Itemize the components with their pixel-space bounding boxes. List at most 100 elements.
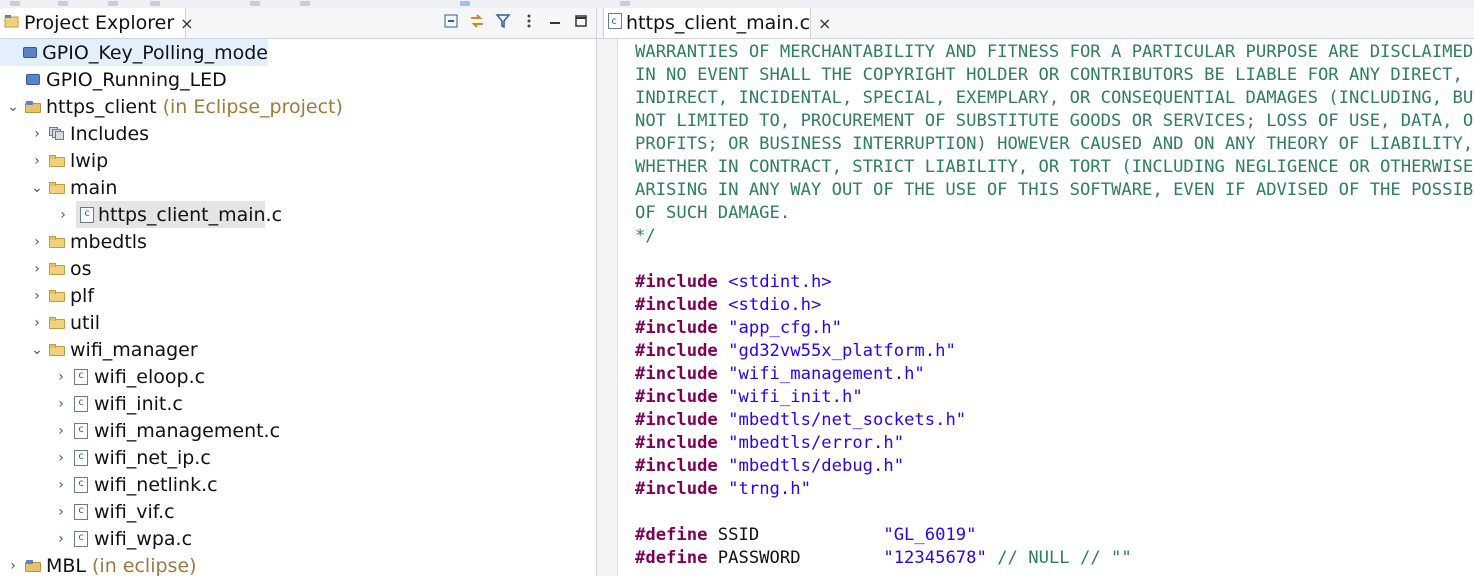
tree-item-wifi-eloop-c[interactable]: › wifi_eloop.c [0, 363, 205, 390]
code-text-area[interactable]: WARRANTIES OF MERCHANTABILITY AND FITNES… [635, 41, 1474, 570]
tree-item-wifi-netlink-c[interactable]: › wifi_netlink.c [0, 471, 217, 498]
tree-item-includes[interactable]: › Includes [0, 120, 149, 147]
folder-icon [48, 233, 66, 251]
chevron-down-icon[interactable]: ⌄ [6, 99, 20, 115]
tree-item-os[interactable]: › os [0, 255, 91, 282]
tree-item-wifi-wpa-c[interactable]: › wifi_wpa.c [0, 525, 192, 552]
code-token: PASSWORD [707, 548, 884, 568]
tree-item-label: wifi_vif.c [94, 500, 175, 523]
chevron-right-icon[interactable]: › [30, 288, 44, 304]
chevron-right-icon[interactable]: › [30, 261, 44, 277]
code-line: WHETHER IN CONTRACT, STRICT LIABILITY, O… [635, 156, 1474, 179]
code-token: #include [635, 272, 718, 292]
chevron-right-icon[interactable]: › [54, 531, 68, 547]
code-token: #include [635, 341, 718, 361]
toolbar-icon[interactable] [150, 1, 160, 6]
close-icon[interactable]: × [818, 14, 831, 33]
link-with-editor-icon[interactable] [468, 12, 486, 30]
code-token: PROFITS; OR BUSINESS INTERRUPTION) HOWEV… [635, 134, 1474, 154]
code-line: #include "wifi_init.h" [635, 386, 1474, 409]
toolbar-icon[interactable] [250, 1, 260, 6]
code-token: #include [635, 318, 718, 338]
toolbar-icon[interactable] [300, 1, 310, 6]
code-token: "12345678" [883, 548, 987, 568]
toolbar-icon[interactable] [108, 1, 118, 6]
tree-item-gpio-key-polling-mode[interactable]: GPIO_Key_Polling_mode [0, 39, 268, 66]
tree-item-https-client[interactable]: ⌄ https_client (in Eclipse_project) [0, 93, 343, 120]
code-line: INDIRECT, INCIDENTAL, SPECIAL, EXEMPLARY… [635, 87, 1474, 110]
tree-item-location: (in eclipse) [92, 554, 197, 576]
chevron-right-icon[interactable]: › [54, 369, 68, 385]
code-line: IN NO EVENT SHALL THE COPYRIGHT HOLDER O… [635, 64, 1474, 87]
tree-item-util[interactable]: › util [0, 309, 100, 336]
chevron-down-icon[interactable]: ⌄ [30, 180, 44, 196]
editor-tab-https-client-main[interactable]: c https_client_main.c × [603, 8, 831, 38]
chevron-right-icon[interactable]: › [30, 234, 44, 250]
tree-item-wifi-manager[interactable]: ⌄ wifi_manager [0, 336, 198, 363]
view-menu-icon[interactable] [520, 12, 538, 30]
toolbar-icon[interactable] [620, 1, 630, 6]
chevron-right-icon[interactable]: › [54, 423, 68, 439]
tree-item-label: GPIO_Running_LED [46, 68, 227, 91]
c-file-icon [72, 530, 90, 548]
tree-item-label: wifi_net_ip.c [94, 446, 211, 469]
chevron-right-icon[interactable]: › [56, 207, 70, 223]
tree-item-label: wifi_eloop.c [94, 365, 206, 388]
code-line: #include "trng.h" [635, 478, 1474, 501]
code-token: #include [635, 479, 718, 499]
tree-item-label: mbedtls [70, 230, 147, 253]
code-token: <stdint.h> [728, 272, 832, 292]
tree-item-mbl[interactable]: › MBL (in eclipse) [0, 552, 197, 576]
close-icon[interactable]: × [180, 14, 193, 33]
tree-item-label: wifi_wpa.c [94, 527, 193, 550]
project-explorer-view: Project Explorer × GPIO_Key_Polling_mode… [0, 8, 597, 576]
chevron-right-icon[interactable]: › [6, 558, 20, 574]
c-file-icon [72, 368, 90, 386]
c-file-icon: c [608, 13, 622, 33]
code-token: IN NO EVENT SHALL THE COPYRIGHT HOLDER O… [635, 65, 1463, 85]
tree-item-wifi-init-c[interactable]: › wifi_init.c [0, 390, 183, 417]
chevron-right-icon[interactable]: › [54, 396, 68, 412]
tree-item-https-client-main-c[interactable]: ›https_client_main.c [60, 201, 282, 228]
project-closed-icon [22, 44, 38, 62]
chevron-right-icon[interactable]: › [30, 126, 44, 142]
toolbar-icon[interactable] [460, 1, 470, 6]
maximize-icon[interactable] [572, 12, 590, 30]
code-token: WHETHER IN CONTRACT, STRICT LIABILITY, O… [635, 157, 1474, 177]
chevron-right-icon[interactable]: › [54, 450, 68, 466]
tree-item-mbedtls[interactable]: › mbedtls [0, 228, 147, 255]
tree-item-wifi-vif-c[interactable]: › wifi_vif.c [0, 498, 175, 525]
tree-item-lwip[interactable]: › lwip [0, 147, 108, 174]
code-line: */ [635, 225, 1474, 248]
tree-item-label: lwip [70, 149, 109, 172]
view-toolbar [442, 12, 590, 30]
code-token: "trng.h" [728, 479, 811, 499]
filter-icon[interactable] [494, 12, 512, 30]
project-explorer-tab-title: Project Explorer [24, 12, 175, 34]
code-line: #include <stdint.h> [635, 271, 1474, 294]
c-file-icon [80, 206, 94, 224]
chevron-right-icon[interactable]: › [30, 153, 44, 169]
svg-text:c: c [611, 16, 617, 27]
minimize-icon[interactable] [546, 12, 564, 30]
tree-item-plf[interactable]: › plf [0, 282, 94, 309]
tree-item-main[interactable]: ⌄ main [0, 174, 117, 201]
c-file-icon [72, 503, 90, 521]
tree-item-wifi-management-c[interactable]: › wifi_management.c [0, 417, 280, 444]
chevron-right-icon[interactable]: › [54, 477, 68, 493]
tree-item-wifi-net-ip-c[interactable]: › wifi_net_ip.c [0, 444, 211, 471]
tree-item-gpio-running-led[interactable]: GPIO_Running_LED [0, 66, 227, 93]
chevron-right-icon[interactable]: › [54, 504, 68, 520]
code-token: ARISING IN ANY WAY OUT OF THE USE OF THI… [635, 180, 1474, 200]
collapse-all-icon[interactable] [442, 12, 460, 30]
project-explorer-tab[interactable]: Project Explorer × [0, 8, 194, 38]
code-token: #include [635, 410, 718, 430]
chevron-down-icon[interactable]: ⌄ [30, 342, 44, 358]
code-token: "mbedtls/net_sockets.h" [728, 410, 967, 430]
toolbar-icon[interactable] [58, 1, 68, 6]
c-file-icon [72, 449, 90, 467]
chevron-right-icon[interactable]: › [30, 315, 44, 331]
toolbar-icon[interactable] [10, 1, 20, 6]
